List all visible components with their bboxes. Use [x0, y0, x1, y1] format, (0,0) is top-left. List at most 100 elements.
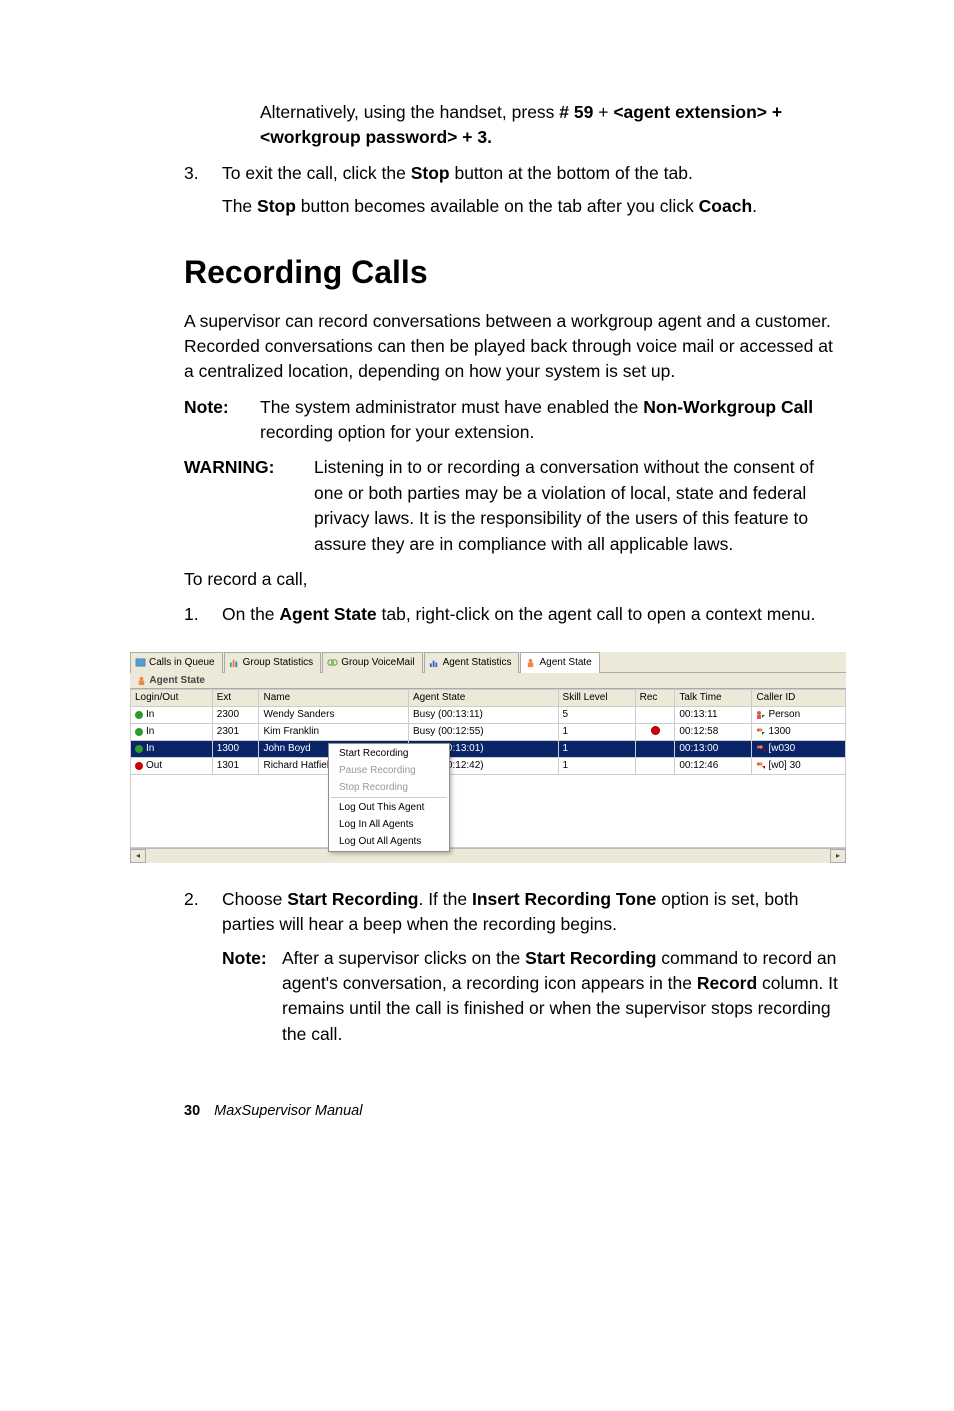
keycode: # 59	[559, 102, 593, 122]
tab-label: Agent State	[539, 657, 591, 668]
text: . If the	[418, 889, 472, 909]
tab-agent-state[interactable]: Agent State	[520, 652, 599, 673]
tab-group-statistics[interactable]: Group Statistics	[224, 652, 322, 673]
queue-icon	[135, 657, 146, 668]
note-text: After a supervisor clicks on the Start R…	[282, 946, 839, 1048]
alt-instruction-block: Alternatively, using the handset, press …	[260, 100, 839, 151]
note-label: Note:	[222, 946, 282, 1048]
menu-logout-this-agent[interactable]: Log Out This Agent	[329, 799, 449, 816]
scroll-right-arrow-icon[interactable]: ▸	[830, 849, 846, 863]
cell	[635, 723, 675, 740]
people-in-icon	[756, 727, 766, 737]
col-skill[interactable]: Skill Level	[558, 689, 635, 706]
cell: 00:13:00	[675, 740, 752, 757]
tab-strip: Calls in Queue Group Statistics Group Vo…	[130, 652, 846, 673]
cell: Busy (00:12:55)	[409, 723, 559, 740]
text: The system administrator must have enabl…	[260, 397, 643, 417]
people-out-icon	[756, 761, 766, 771]
cell: Person	[752, 706, 846, 723]
start-recording-label: Start Recording	[287, 889, 418, 909]
cell: 1301	[212, 757, 259, 774]
agent-stats-icon	[429, 657, 440, 668]
step-3-sub: The Stop button becomes available on the…	[222, 194, 839, 219]
cell: Out	[146, 760, 162, 771]
step-number: 1.	[184, 602, 222, 627]
menu-login-all-agents[interactable]: Log In All Agents	[329, 816, 449, 833]
tab-label: Agent Statistics	[443, 657, 512, 668]
cell: 2300	[212, 706, 259, 723]
cell: Busy (00:13:11)	[409, 706, 559, 723]
cell: In	[146, 743, 154, 754]
table-row[interactable]: Out 1301 Richard Hatfiel Busy (00:12:42)…	[131, 757, 846, 774]
to-record-lead: To record a call,	[184, 567, 839, 592]
text: button at the bottom of the tab.	[450, 163, 693, 183]
col-talk[interactable]: Talk Time	[675, 689, 752, 706]
menu-start-recording[interactable]: Start Recording	[329, 745, 449, 762]
step-3: 3. To exit the call, click the Stop butt…	[184, 161, 839, 186]
col-name[interactable]: Name	[259, 689, 409, 706]
table-header-row: Login/Out Ext Name Agent State Skill Lev…	[131, 689, 846, 706]
cell: 00:12:46	[675, 757, 752, 774]
table-row[interactable]: In 2301 Kim Franklin Busy (00:12:55) 1 0…	[131, 723, 846, 740]
note-block: Note: The system administrator must have…	[184, 395, 839, 446]
text: To exit the call, click the	[222, 163, 411, 183]
voicemail-icon	[327, 657, 338, 668]
scroll-left-arrow-icon[interactable]: ◂	[130, 849, 146, 863]
agent-state-table[interactable]: Login/Out Ext Name Agent State Skill Lev…	[130, 689, 846, 848]
cell: 00:12:58	[675, 723, 752, 740]
text: Choose	[222, 889, 287, 909]
col-rec[interactable]: Rec	[635, 689, 675, 706]
col-login[interactable]: Login/Out	[131, 689, 213, 706]
col-agent-state[interactable]: Agent State	[409, 689, 559, 706]
cell: In	[146, 726, 154, 737]
text: [w030	[768, 743, 795, 754]
panel-subheader: Agent State	[130, 673, 846, 689]
cell: In	[146, 709, 154, 720]
cell: Kim Franklin	[259, 723, 409, 740]
tab-label: Calls in Queue	[149, 657, 215, 668]
text: +	[593, 102, 613, 122]
text: .	[752, 196, 757, 216]
cell: 1	[558, 740, 635, 757]
tab-label: Group VoiceMail	[341, 657, 414, 668]
cell: [w0] 30	[752, 757, 846, 774]
menu-separator	[331, 797, 447, 798]
text: [w0] 30	[768, 760, 800, 771]
step-1: 1. On the Agent State tab, right-click o…	[184, 602, 839, 627]
document-page: Alternatively, using the handset, press …	[0, 0, 954, 1179]
col-callerid[interactable]: Caller ID	[752, 689, 846, 706]
table-row-selected[interactable]: In 1300 John Boyd Busy (00:13:01) 1 00:1…	[131, 740, 846, 757]
person-in-icon	[756, 710, 766, 720]
cell	[635, 706, 675, 723]
section-heading: Recording Calls	[184, 254, 839, 291]
note-text: The system administrator must have enabl…	[260, 395, 839, 446]
menu-stop-recording: Stop Recording	[329, 779, 449, 796]
text: After a supervisor clicks on the	[282, 948, 525, 968]
agent-state-label: Agent State	[279, 604, 376, 624]
table-row[interactable]: In 2300 Wendy Sanders Busy (00:13:11) 5 …	[131, 706, 846, 723]
tab-agent-statistics[interactable]: Agent Statistics	[424, 652, 520, 673]
text: 1300	[768, 726, 790, 737]
alt-instruction-text: Alternatively, using the handset, press …	[260, 100, 839, 151]
stop-label: Stop	[257, 196, 296, 216]
tab-group-voicemail[interactable]: Group VoiceMail	[322, 652, 422, 673]
coach-label: Coach	[699, 196, 752, 216]
status-dot-icon	[135, 711, 143, 719]
text: Alternatively, using the handset, press	[260, 102, 559, 122]
step-number: 2.	[184, 887, 222, 1047]
warning-block: WARNING: Listening in to or recording a …	[184, 455, 839, 557]
cell	[635, 757, 675, 774]
tab-calls-in-queue[interactable]: Calls in Queue	[130, 652, 223, 673]
warning-label: WARNING:	[184, 455, 314, 557]
record-col-label: Record	[697, 973, 757, 993]
page-number: 30	[184, 1103, 200, 1119]
horizontal-scrollbar[interactable]: ◂ ▸	[130, 848, 846, 863]
stats-icon	[229, 657, 240, 668]
context-menu: Start Recording Pause Recording Stop Rec…	[328, 743, 450, 852]
cell: 1300	[752, 723, 846, 740]
warning-text: Listening in to or recording a conversat…	[314, 455, 839, 557]
insert-tone-label: Insert Recording Tone	[472, 889, 656, 909]
col-ext[interactable]: Ext	[212, 689, 259, 706]
menu-logout-all-agents[interactable]: Log Out All Agents	[329, 833, 449, 850]
page-footer: 30MaxSupervisor Manual	[184, 1103, 839, 1119]
